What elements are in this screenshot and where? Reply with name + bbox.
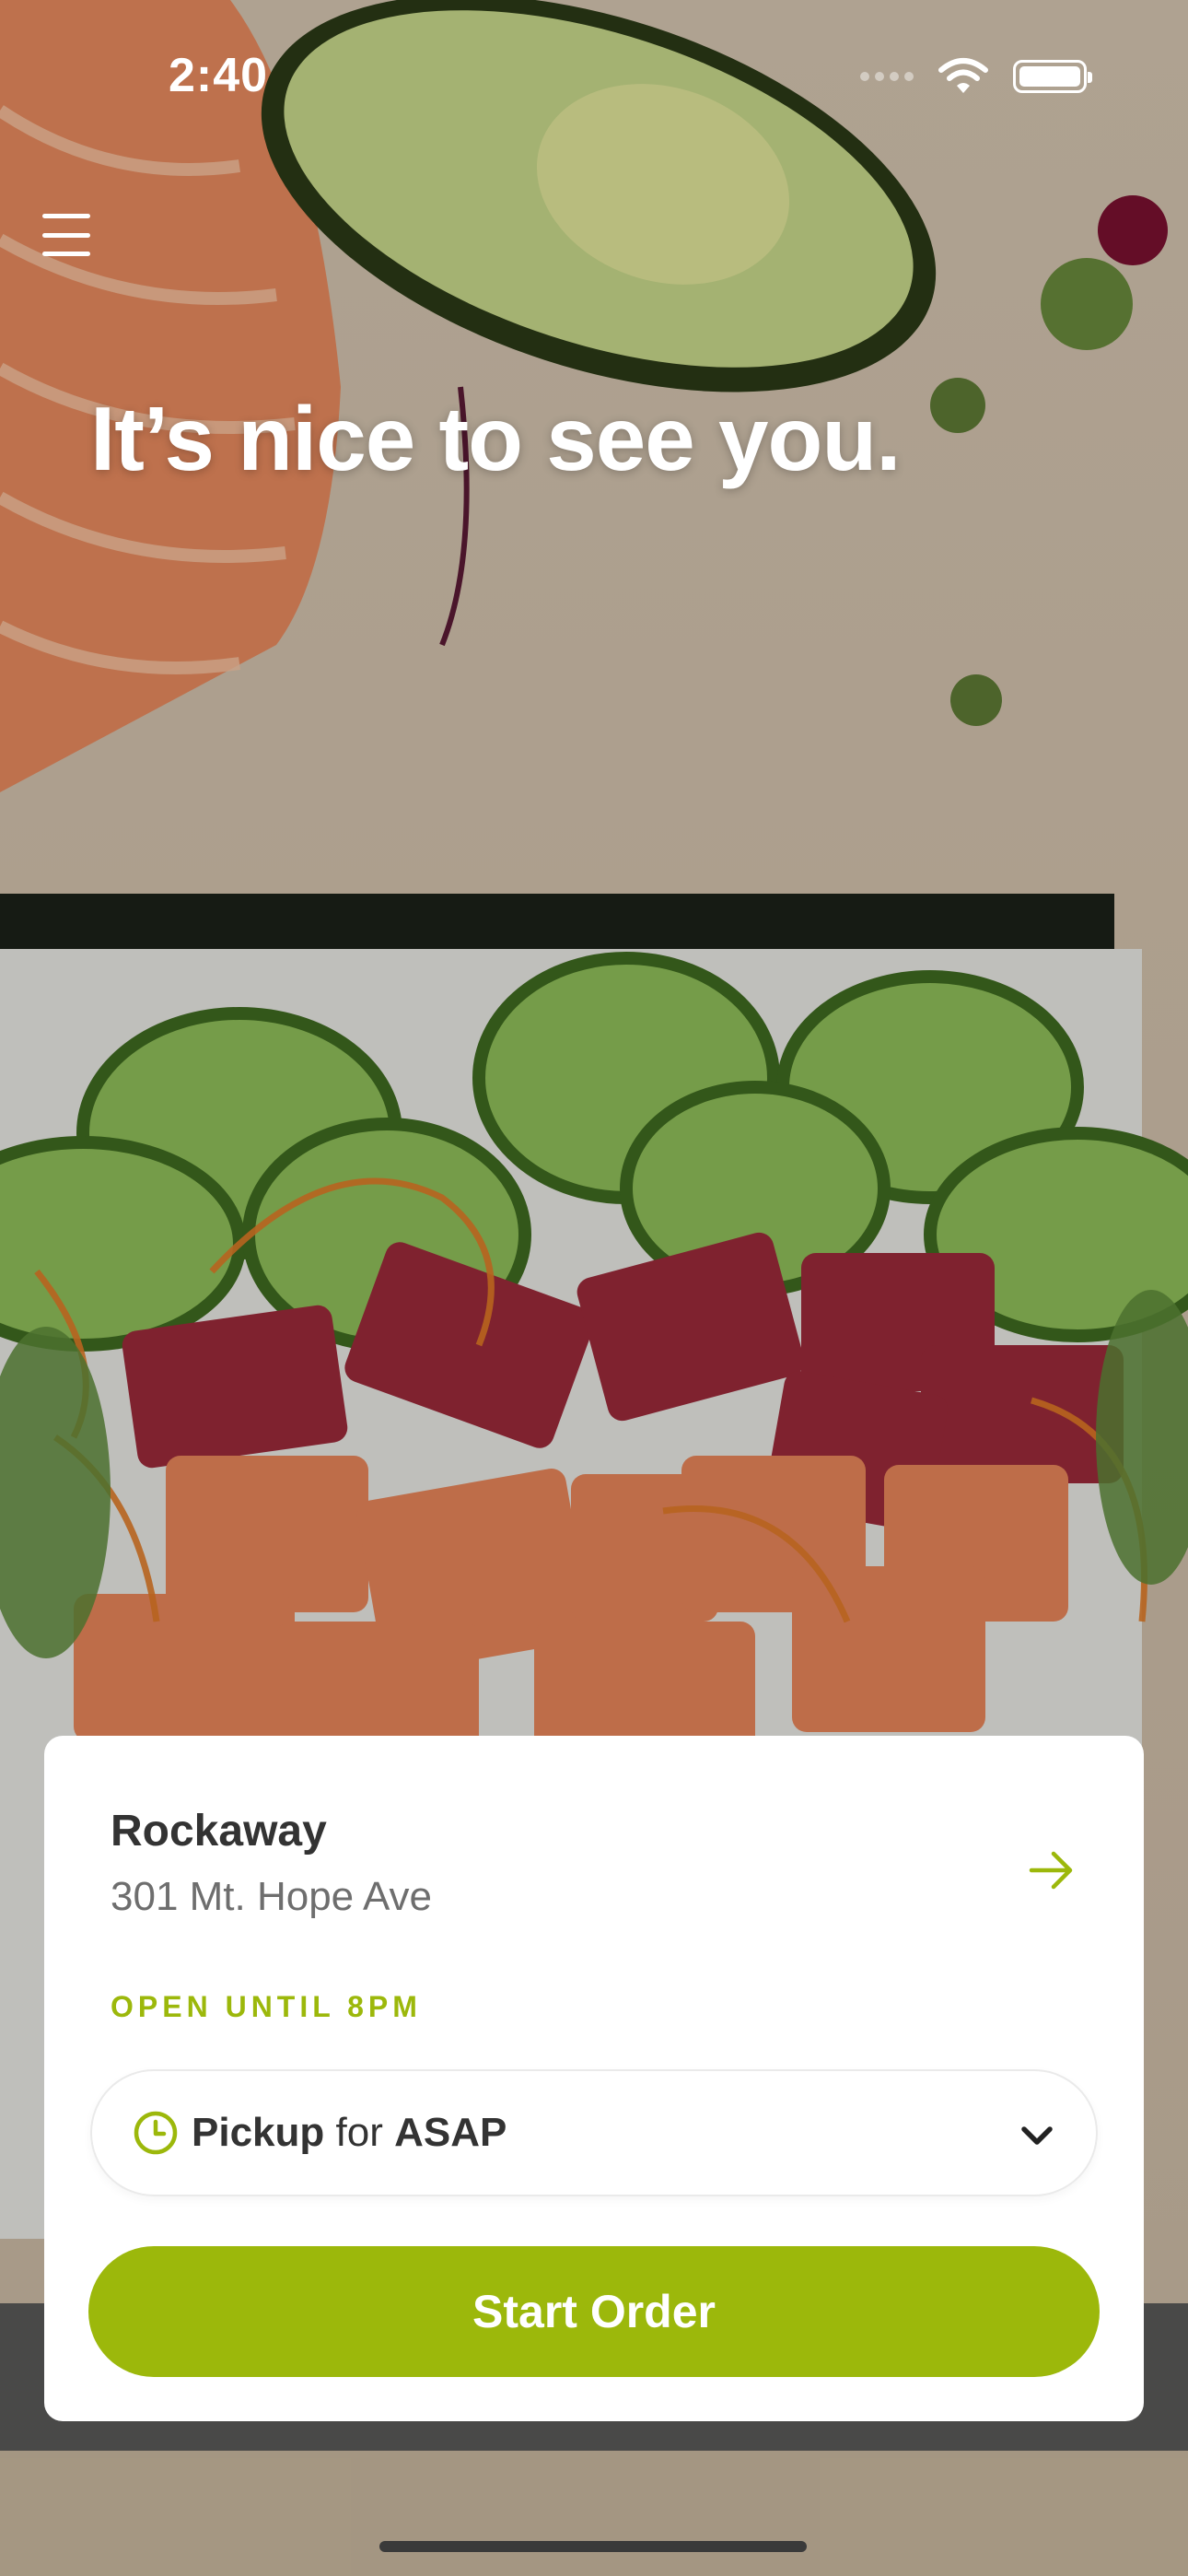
order-mode-type: Pickup <box>192 2110 325 2155</box>
open-hours-status: OPEN UNTIL 8PM <box>111 1990 422 2023</box>
order-mode-selector[interactable]: Pickup for ASAP <box>90 2069 1098 2196</box>
location-card: Rockaway 301 Mt. Hope Ave OPEN UNTIL 8PM… <box>44 1736 1144 2421</box>
greeting-title: It’s nice to see you. <box>90 388 901 489</box>
wifi-icon <box>938 58 988 93</box>
home-indicator <box>379 2541 807 2552</box>
location-name: Rockaway <box>111 1807 327 1856</box>
clock-icon <box>134 2111 178 2155</box>
start-order-button[interactable]: Start Order <box>88 2246 1100 2377</box>
chevron-down-icon <box>1021 2126 1053 2145</box>
location-address: 301 Mt. Hope Ave <box>111 1874 432 1919</box>
status-bar-icons <box>860 57 1092 96</box>
hamburger-menu-icon[interactable] <box>42 214 90 256</box>
order-mode-text: Pickup for ASAP <box>192 2110 507 2156</box>
battery-icon <box>1013 60 1092 93</box>
order-mode-connector: for <box>335 2110 383 2155</box>
cellular-signal-icon <box>860 72 914 81</box>
order-mode-time: ASAP <box>394 2110 507 2155</box>
arrow-right-icon[interactable] <box>1026 1844 1077 1896</box>
status-bar-time: 2:40 <box>169 49 269 102</box>
